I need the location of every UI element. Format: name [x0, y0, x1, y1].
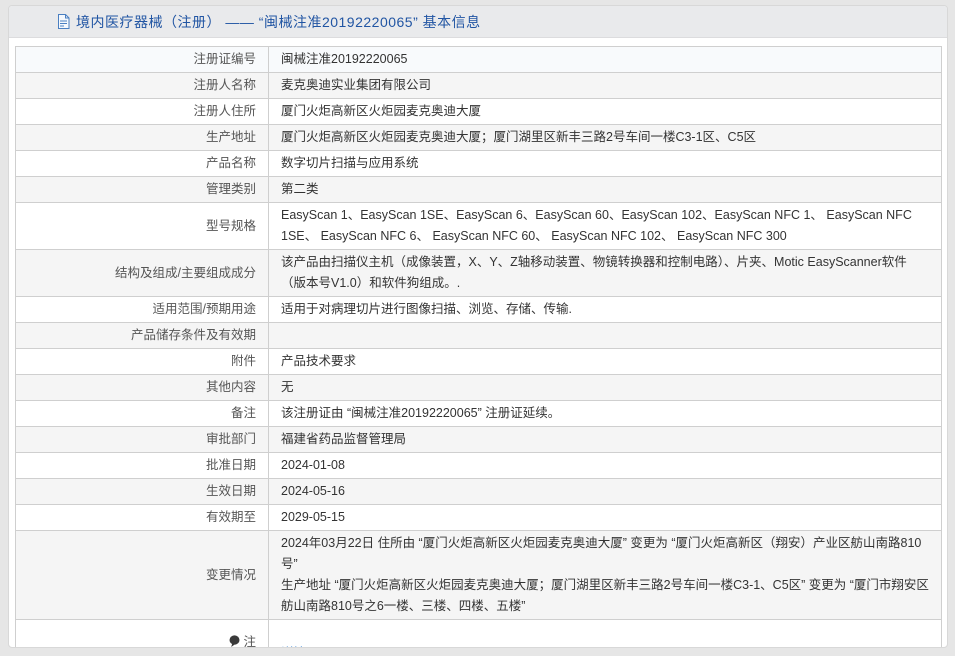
table-row: 批准日期 2024-01-08: [16, 453, 942, 479]
comment-icon: [229, 634, 240, 649]
row-label: 注册证编号: [16, 47, 269, 73]
table-row: 变更情况 2024年03月22日 住所由 “厦门火炬高新区火炬园麦克奥迪大厦” …: [16, 531, 942, 620]
row-value: 第二类: [269, 177, 942, 203]
row-label: 管理类别: [16, 177, 269, 203]
table-row: 生产地址 厦门火炬高新区火炬园麦克奥迪大厦；厦门湖里区新丰三路2号车间一楼C3-…: [16, 125, 942, 151]
row-label: 适用范围/预期用途: [16, 297, 269, 323]
row-value: 无: [269, 375, 942, 401]
row-label: 变更情况: [16, 531, 269, 620]
row-value: 厦门火炬高新区火炬园麦克奥迪大厦；厦门湖里区新丰三路2号车间一楼C3-1区、C5…: [269, 125, 942, 151]
row-value: EasyScan 1、EasyScan 1SE、EasyScan 6、EasyS…: [269, 203, 942, 250]
table-row: 结构及组成/主要组成成分 该产品由扫描仪主机（成像装置，X、Y、Z轴移动装置、物…: [16, 250, 942, 297]
row-value: 2024年03月22日 住所由 “厦门火炬高新区火炬园麦克奥迪大厦” 变更为 “…: [269, 531, 942, 620]
row-value: 厦门火炬高新区火炬园麦克奥迪大厦: [269, 99, 942, 125]
table-row: 管理类别 第二类: [16, 177, 942, 203]
page-title: 境内医疗器械（注册） —— “闽械注准20192220065” 基本信息: [76, 12, 481, 32]
row-label-text: 注: [243, 635, 256, 649]
row-value: 2029-05-15: [269, 505, 942, 531]
row-label: 注册人住所: [16, 99, 269, 125]
row-value: 该产品由扫描仪主机（成像装置，X、Y、Z轴移动装置、物镜转换器和控制电路）、片夹…: [269, 250, 942, 297]
registration-info-table: 注册证编号 闽械注准20192220065 注册人名称 麦克奥迪实业集团有限公司…: [15, 46, 942, 648]
table-row-note: 注 详情: [16, 620, 942, 649]
row-value: [269, 323, 942, 349]
row-label: 其他内容: [16, 375, 269, 401]
table-row: 适用范围/预期用途 适用于对病理切片进行图像扫描、浏览、存储、传输.: [16, 297, 942, 323]
document-icon: [57, 14, 70, 29]
row-value: 2024-05-16: [269, 479, 942, 505]
table-row: 产品储存条件及有效期: [16, 323, 942, 349]
row-label: 有效期至: [16, 505, 269, 531]
row-value: 产品技术要求: [269, 349, 942, 375]
table-row: 注册人名称 麦克奥迪实业集团有限公司: [16, 73, 942, 99]
row-value: 适用于对病理切片进行图像扫描、浏览、存储、传输.: [269, 297, 942, 323]
panel-body: 注册证编号 闽械注准20192220065 注册人名称 麦克奥迪实业集团有限公司…: [9, 38, 947, 648]
row-label: 注: [16, 620, 269, 649]
table-row: 备注 该注册证由 “闽械注准20192220065” 注册证延续。: [16, 401, 942, 427]
table-row: 有效期至 2029-05-15: [16, 505, 942, 531]
row-label: 审批部门: [16, 427, 269, 453]
row-label: 结构及组成/主要组成成分: [16, 250, 269, 297]
table-row: 审批部门 福建省药品监督管理局: [16, 427, 942, 453]
content-panel: 境内医疗器械（注册） —— “闽械注准20192220065” 基本信息 注册证…: [8, 5, 948, 648]
row-value: 数字切片扫描与应用系统: [269, 151, 942, 177]
row-label: 生产地址: [16, 125, 269, 151]
row-value: 该注册证由 “闽械注准20192220065” 注册证延续。: [269, 401, 942, 427]
detail-link[interactable]: 详情: [281, 646, 306, 648]
row-label: 注册人名称: [16, 73, 269, 99]
table-row: 附件 产品技术要求: [16, 349, 942, 375]
table-row: 注册人住所 厦门火炬高新区火炬园麦克奥迪大厦: [16, 99, 942, 125]
row-label: 型号规格: [16, 203, 269, 250]
table-row: 型号规格 EasyScan 1、EasyScan 1SE、EasyScan 6、…: [16, 203, 942, 250]
table-row: 注册证编号 闽械注准20192220065: [16, 47, 942, 73]
table-row: 其他内容 无: [16, 375, 942, 401]
row-value: 详情: [269, 620, 942, 649]
table-row: 生效日期 2024-05-16: [16, 479, 942, 505]
row-label: 生效日期: [16, 479, 269, 505]
panel-header: 境内医疗器械（注册） —— “闽械注准20192220065” 基本信息: [9, 6, 947, 38]
row-label: 附件: [16, 349, 269, 375]
row-value: 闽械注准20192220065: [269, 47, 942, 73]
row-label: 产品名称: [16, 151, 269, 177]
row-value: 福建省药品监督管理局: [269, 427, 942, 453]
row-value: 麦克奥迪实业集团有限公司: [269, 73, 942, 99]
table-row: 产品名称 数字切片扫描与应用系统: [16, 151, 942, 177]
row-label: 产品储存条件及有效期: [16, 323, 269, 349]
row-label: 批准日期: [16, 453, 269, 479]
row-label: 备注: [16, 401, 269, 427]
row-value: 2024-01-08: [269, 453, 942, 479]
